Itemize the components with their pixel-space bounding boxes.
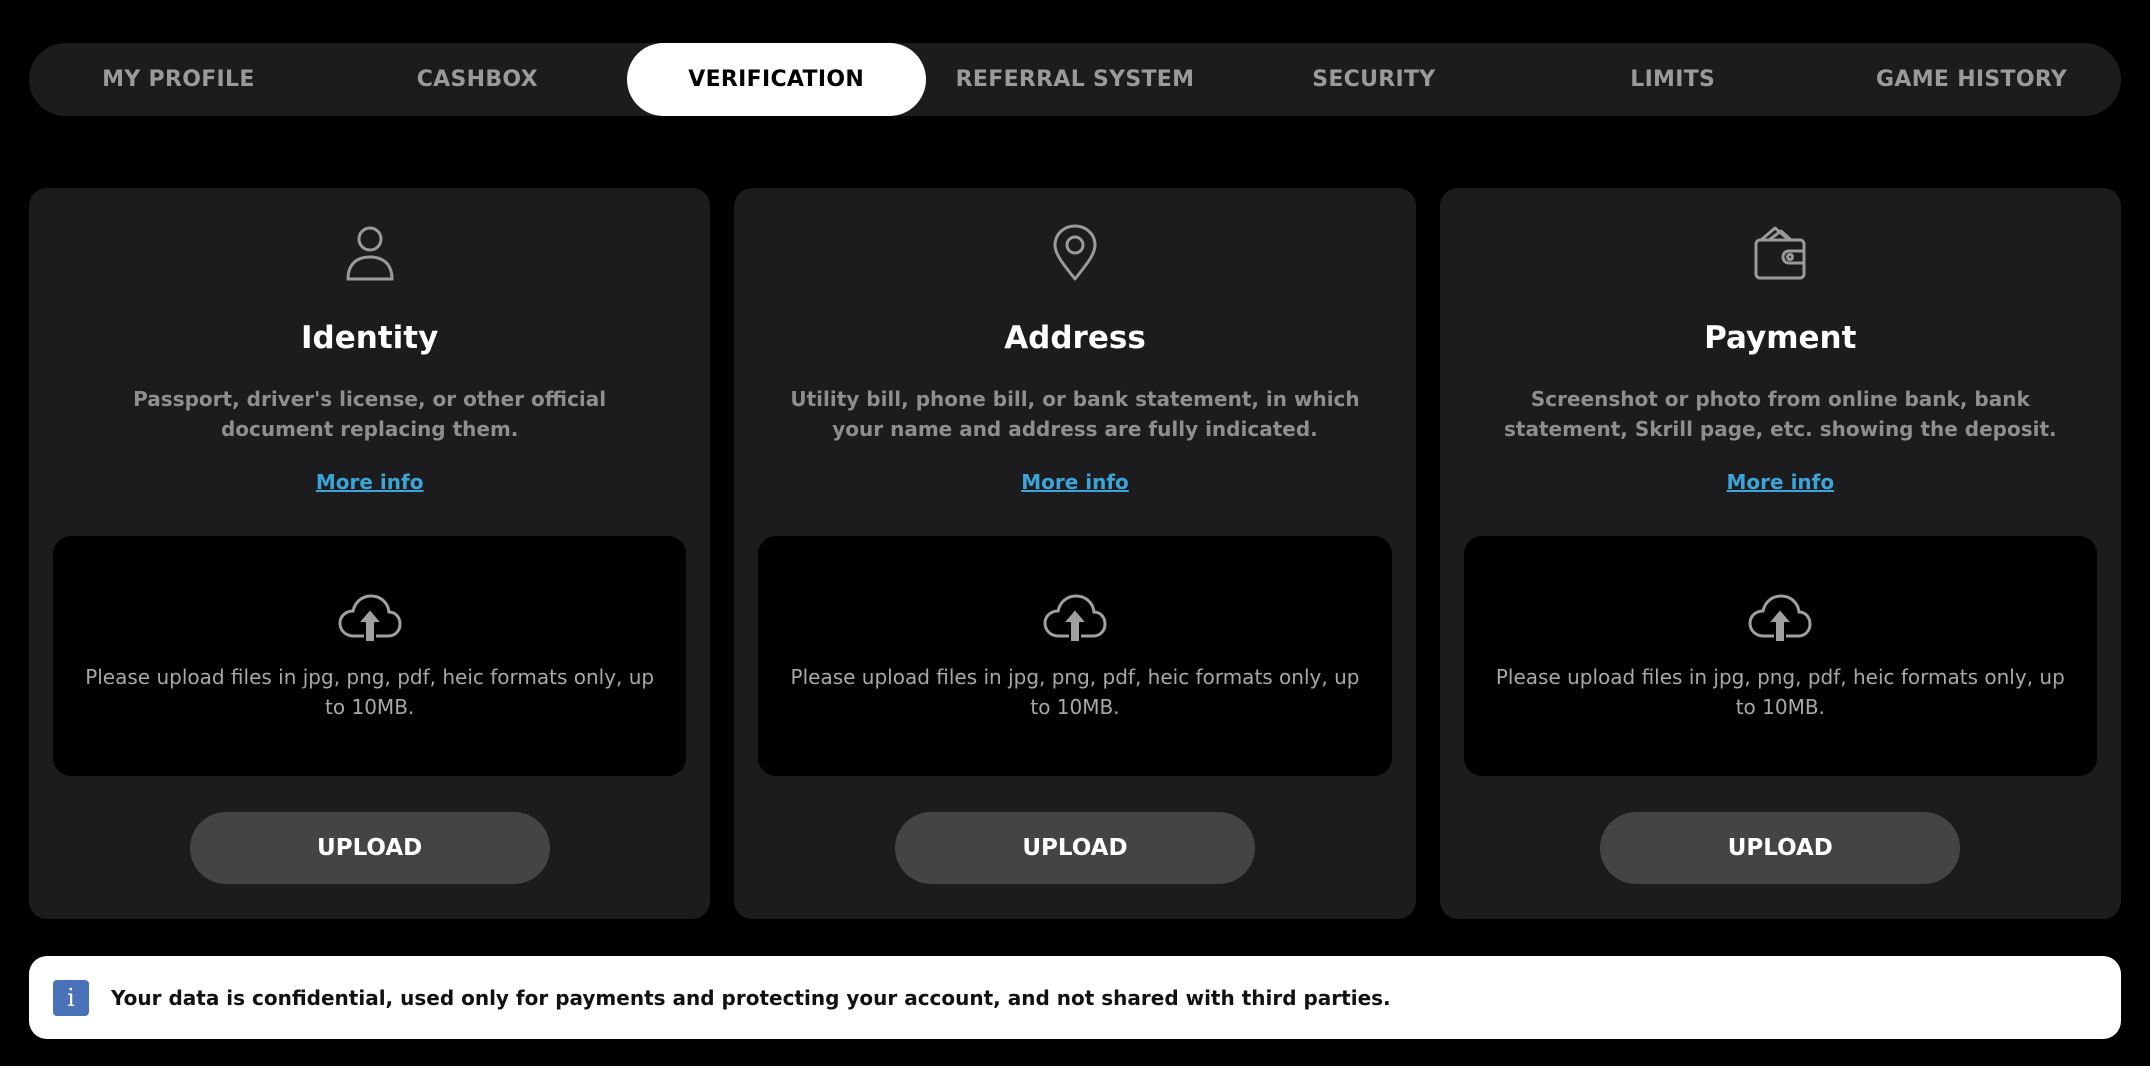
upload-hint: Please upload files in jpg, png, pdf, he… [1495,665,2065,719]
more-info-link[interactable]: More info [1727,470,1835,494]
card-description: Screenshot or photo from online bank, ba… [1503,387,2057,441]
identity-card: Identity Passport, driver's license, or … [29,188,711,919]
card-description: Utility bill, phone bill, or bank statem… [790,387,1360,441]
payment-card: Payment Screenshot or photo from online … [1439,188,2121,919]
tab-game-history[interactable]: GAME HISTORY [1822,43,2121,116]
info-icon: i [53,979,89,1016]
upload-dropzone[interactable]: Please upload files in jpg, png, pdf, he… [1463,536,2097,776]
upload-button[interactable]: UPLOAD [1600,812,1961,884]
privacy-notice: i Your data is confidential, used only f… [29,956,2121,1039]
address-card: Address Utility bill, phone bill, or ban… [734,188,1416,919]
cloud-upload-icon [1043,592,1107,644]
upload-hint: Please upload files in jpg, png, pdf, he… [85,665,655,719]
card-title: Identity [301,320,439,356]
more-info-link-wrapper: More info [29,470,710,494]
card-description: Passport, driver's license, or other off… [133,387,607,441]
cloud-upload-icon [1748,592,1812,644]
upload-hint: Please upload files in jpg, png, pdf, he… [790,665,1360,719]
upload-dropzone[interactable]: Please upload files in jpg, png, pdf, he… [53,536,687,776]
upload-dropzone[interactable]: Please upload files in jpg, png, pdf, he… [758,536,1392,776]
tab-verification[interactable]: VERIFICATION [626,43,926,116]
more-info-link-wrapper: More info [1440,470,2121,494]
map-pin-icon [1046,224,1104,282]
verification-cards: Identity Passport, driver's license, or … [29,188,2121,919]
cloud-upload-icon [338,592,402,644]
card-title: Payment [1704,320,1857,356]
tab-my-profile[interactable]: MY PROFILE [29,43,328,116]
wallet-icon [1751,224,1809,282]
upload-button[interactable]: UPLOAD [894,812,1255,884]
account-tabs: MY PROFILE CASHBOX VERIFICATION REFERRAL… [29,43,2121,116]
tab-referral-system[interactable]: REFERRAL SYSTEM [926,43,1225,116]
tab-security[interactable]: SECURITY [1224,43,1523,116]
upload-button[interactable]: UPLOAD [189,812,550,884]
more-info-link-wrapper: More info [734,470,1415,494]
tab-cashbox[interactable]: CASHBOX [328,43,627,116]
more-info-link[interactable]: More info [1021,470,1129,494]
tab-limits[interactable]: LIMITS [1523,43,1822,116]
user-icon [341,224,399,282]
more-info-link[interactable]: More info [316,470,424,494]
card-title: Address [1004,320,1146,356]
notice-text: Your data is confidential, used only for… [111,985,1391,1010]
